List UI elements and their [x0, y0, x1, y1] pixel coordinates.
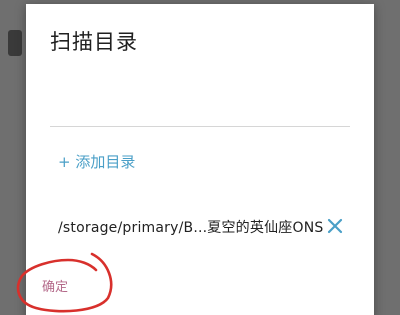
directory-list-item: /storage/primary/B...夏空的英仙座ONS — [58, 214, 348, 240]
remove-directory-button[interactable] — [324, 215, 346, 237]
scan-directory-dialog: 扫描目录 + 添加目录 /storage/primary/B...夏空的英仙座O… — [26, 4, 374, 315]
divider — [50, 126, 350, 127]
background-element — [8, 30, 22, 56]
directory-path: /storage/primary/B...夏空的英仙座ONS — [58, 220, 324, 236]
confirm-button[interactable]: 确定 — [42, 276, 68, 295]
close-icon — [327, 218, 343, 234]
add-directory-button[interactable]: + 添加目录 — [58, 151, 135, 172]
dialog-title: 扫描目录 — [50, 30, 138, 54]
